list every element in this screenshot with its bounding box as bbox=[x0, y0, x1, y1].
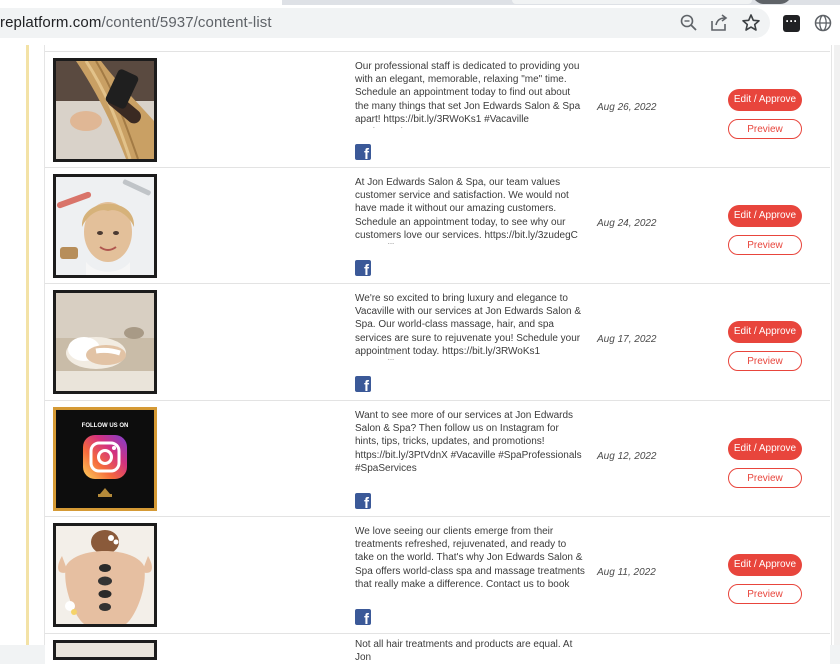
share-icon[interactable] bbox=[708, 12, 730, 34]
url-text[interactable]: replatform.com/content/5937/content-list bbox=[0, 8, 272, 38]
content-row: Our professional staff is dedicated to p… bbox=[45, 51, 830, 168]
preview-button[interactable]: Preview bbox=[728, 468, 802, 488]
post-thumbnail[interactable] bbox=[53, 174, 157, 278]
preview-button[interactable]: Preview bbox=[728, 351, 802, 371]
globe-icon[interactable] bbox=[813, 13, 833, 33]
content-row: We love seeing our clients emerge from t… bbox=[45, 516, 830, 633]
url-host: replatform.com bbox=[0, 14, 102, 31]
tab-inactive[interactable] bbox=[512, 0, 752, 4]
post-caption: We love seeing our clients emerge from t… bbox=[355, 526, 585, 593]
address-bar[interactable]: replatform.com/content/5937/content-list bbox=[0, 8, 770, 38]
edit-approve-button[interactable]: Edit / Approve bbox=[728, 89, 802, 111]
post-caption: We're so excited to bring luxury and ele… bbox=[355, 293, 582, 360]
facebook-icon: f bbox=[355, 144, 371, 160]
woman-beauty-treatment-photo bbox=[56, 177, 154, 275]
post-thumbnail[interactable]: FOLLOW US ON bbox=[53, 407, 157, 511]
edit-approve-button[interactable]: Edit / Approve bbox=[728, 321, 802, 343]
post-thumbnail[interactable] bbox=[53, 523, 157, 627]
facebook-icon: f bbox=[355, 609, 371, 625]
facebook-icon: f bbox=[355, 260, 371, 276]
post-date: Aug 11, 2022 bbox=[597, 567, 656, 578]
content-row: We're so excited to bring luxury and ele… bbox=[45, 283, 830, 400]
post-thumbnail[interactable] bbox=[53, 290, 157, 394]
content-row: Not all hair treatments and products are… bbox=[45, 633, 830, 664]
post-date: Aug 12, 2022 bbox=[597, 451, 657, 462]
zoom-icon[interactable] bbox=[678, 12, 700, 34]
post-caption: Want to see more of our services at Jon … bbox=[355, 410, 582, 474]
facebook-icon: f bbox=[355, 376, 371, 392]
content-row: FOLLOW US ON Want to see more of our ser… bbox=[45, 400, 830, 517]
scrollbar[interactable] bbox=[834, 45, 840, 645]
facial-spa-photo bbox=[56, 293, 154, 391]
hair-brushing-photo bbox=[56, 61, 154, 159]
post-date: Aug 17, 2022 bbox=[597, 334, 657, 345]
content-list-page: Our professional staff is dedicated to p… bbox=[0, 45, 840, 664]
preview-button[interactable]: Preview bbox=[728, 235, 802, 255]
edit-approve-button[interactable]: Edit / Approve bbox=[728, 205, 802, 227]
instagram-follow-graphic: FOLLOW US ON bbox=[56, 410, 154, 508]
edit-approve-button[interactable]: Edit / Approve bbox=[728, 554, 802, 576]
url-path: /content/5937/content-list bbox=[101, 14, 272, 31]
post-caption: Our professional staff is dedicated to p… bbox=[355, 61, 581, 128]
content-row: At Jon Edwards Salon & Spa, our team val… bbox=[45, 167, 830, 284]
tab-strip bbox=[0, 0, 840, 5]
browser-toolbar: replatform.com/content/5937/content-list… bbox=[0, 0, 840, 45]
post-date: Aug 26, 2022 bbox=[597, 102, 657, 113]
hot-stone-massage-photo bbox=[56, 526, 154, 624]
bookmark-star-icon[interactable] bbox=[740, 12, 762, 34]
post-caption: Not all hair treatments and products are… bbox=[355, 639, 573, 664]
preview-button[interactable]: Preview bbox=[728, 119, 802, 139]
facebook-icon: f bbox=[355, 493, 371, 509]
edit-approve-button[interactable]: Edit / Approve bbox=[728, 438, 802, 460]
preview-button[interactable]: Preview bbox=[728, 584, 802, 604]
tab-active[interactable] bbox=[0, 0, 282, 5]
profile-avatar[interactable] bbox=[752, 0, 792, 4]
post-date: Aug 24, 2022 bbox=[597, 218, 657, 229]
extension-icon[interactable]: ··· bbox=[783, 15, 800, 32]
post-caption: At Jon Edwards Salon & Spa, our team val… bbox=[355, 177, 578, 244]
accent-line bbox=[26, 45, 29, 645]
instagram-graphic-text: FOLLOW US ON bbox=[82, 423, 129, 429]
post-thumbnail[interactable] bbox=[53, 58, 157, 162]
post-thumbnail[interactable] bbox=[53, 640, 157, 660]
